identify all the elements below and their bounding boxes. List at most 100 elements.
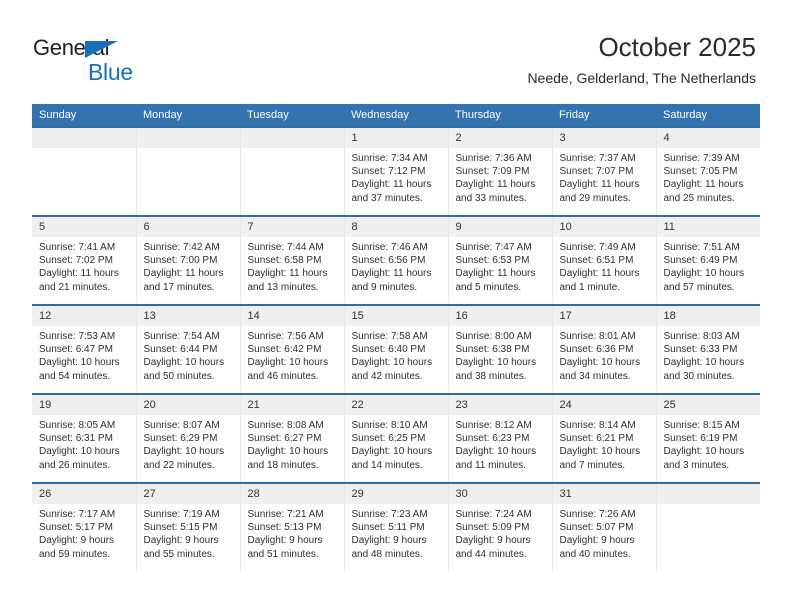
daylight-duration-line2: and 30 minutes.	[663, 370, 735, 382]
calendar-day-cell[interactable]: 14 Sunrise: 7:56 AM Sunset: 6:42 PM Dayligh…	[240, 304, 345, 394]
calendar-day-cell[interactable]: 23 Sunrise: 8:12 AM Sunset: 6:23 PM Dayligh…	[448, 393, 553, 483]
day-number: 8	[344, 217, 448, 237]
sunrise-time: Sunrise: 8:08 AM	[247, 420, 324, 431]
day-number: 31	[552, 484, 656, 504]
brand-logo[interactable]: General Blue	[33, 36, 213, 88]
sunrise-time: Sunrise: 7:39 AM	[663, 153, 740, 164]
daylight-duration-line2: and 37 minutes.	[351, 192, 423, 204]
day-number: 23	[448, 395, 552, 415]
calendar-day-cell[interactable]: 12 Sunrise: 7:53 AM Sunset: 6:47 PM Dayligh…	[32, 304, 137, 394]
weekday-header-row: Sunday Monday Tuesday Wednesday Thursday Frid…	[32, 104, 760, 127]
sunset-time: Sunset: 6:33 PM	[663, 344, 738, 356]
day-number: 20	[136, 395, 240, 415]
day-sun-info: Sunrise: 7:26 AM Sunset: 5:07 PM Daylight:…	[553, 504, 656, 561]
calendar-day-cell[interactable]: 18 Sunrise: 8:03 AM Sunset: 6:33 PM Dayligh…	[656, 304, 760, 394]
calendar-day-cell[interactable]: 11 Sunrise: 7:51 AM Sunset: 6:49 PM Dayligh…	[656, 215, 760, 305]
day-sun-info: Sunrise: 7:46 AM Sunset: 6:56 PM Daylight:…	[345, 237, 448, 294]
sunset-time: Sunset: 5:13 PM	[247, 522, 322, 534]
daylight-duration-line2: and 57 minutes.	[663, 281, 735, 293]
sunrise-time: Sunrise: 8:05 AM	[39, 420, 116, 431]
sunset-time: Sunset: 6:21 PM	[559, 433, 634, 445]
calendar-day-cell[interactable]: 10 Sunrise: 7:49 AM Sunset: 6:51 PM Dayligh…	[552, 215, 657, 305]
calendar-day-cell[interactable]: 29 Sunrise: 7:23 AM Sunset: 5:11 PM Dayligh…	[344, 482, 449, 571]
sunset-time: Sunset: 7:05 PM	[663, 166, 738, 178]
sunrise-time: Sunrise: 7:42 AM	[143, 242, 220, 253]
sunrise-time: Sunrise: 7:41 AM	[39, 242, 116, 253]
sunset-time: Sunset: 6:25 PM	[351, 433, 426, 445]
daylight-duration-line1: Daylight: 10 hours	[559, 357, 641, 369]
calendar-day-cell[interactable]: 24 Sunrise: 8:14 AM Sunset: 6:21 PM Dayligh…	[552, 393, 657, 483]
day-sun-info: Sunrise: 8:01 AM Sunset: 6:36 PM Daylight:…	[553, 326, 656, 383]
daylight-duration-line1: Daylight: 10 hours	[559, 446, 641, 458]
daylight-duration-line2: and 48 minutes.	[351, 548, 423, 560]
day-number: 13	[136, 306, 240, 326]
calendar-day-cell[interactable]: 16 Sunrise: 8:00 AM Sunset: 6:38 PM Dayligh…	[448, 304, 553, 394]
daylight-duration-line2: and 38 minutes.	[455, 370, 527, 382]
page-title: October 2025	[598, 32, 756, 62]
calendar-day-cell[interactable]: 2 Sunrise: 7:36 AM Sunset: 7:09 PM Daylight…	[448, 126, 553, 216]
day-number: 1	[344, 128, 448, 148]
calendar-header-row: Sunday Monday Tuesday Wednesday Thursday Frid…	[32, 104, 760, 127]
calendar-day-cell[interactable]: 15 Sunrise: 7:58 AM Sunset: 6:40 PM Dayligh…	[344, 304, 449, 394]
calendar-day-cell[interactable]: 3 Sunrise: 7:37 AM Sunset: 7:07 PM Daylight…	[552, 126, 657, 216]
calendar-day-cell[interactable]: 17 Sunrise: 8:01 AM Sunset: 6:36 PM Dayligh…	[552, 304, 657, 394]
calendar-body: 1 Sunrise: 7:34 AM Sunset: 7:12 PM Daylight…	[32, 126, 760, 571]
daylight-duration-line1: Daylight: 9 hours	[559, 535, 635, 547]
calendar-day-cell[interactable]: 28 Sunrise: 7:21 AM Sunset: 5:13 PM Dayligh…	[240, 482, 345, 571]
calendar-day-cell[interactable]: 4 Sunrise: 7:39 AM Sunset: 7:05 PM Daylight…	[656, 126, 760, 216]
calendar-day-cell[interactable]: 7 Sunrise: 7:44 AM Sunset: 6:58 PM Daylight…	[240, 215, 345, 305]
calendar-day-cell[interactable]: 31 Sunrise: 7:26 AM Sunset: 5:07 PM Dayligh…	[552, 482, 657, 571]
sunrise-time: Sunrise: 7:54 AM	[143, 331, 220, 342]
calendar-day-cell[interactable]: 22 Sunrise: 8:10 AM Sunset: 6:25 PM Dayligh…	[344, 393, 449, 483]
daylight-duration-line2: and 18 minutes.	[247, 459, 319, 471]
daylight-duration-line1: Daylight: 11 hours	[559, 268, 640, 280]
daylight-duration-line1: Daylight: 9 hours	[455, 535, 531, 547]
day-number: 4	[656, 128, 760, 148]
sunrise-time: Sunrise: 7:56 AM	[247, 331, 324, 342]
daylight-duration-line1: Daylight: 10 hours	[455, 357, 537, 369]
day-number: 27	[136, 484, 240, 504]
weekday-header-sunday: Sunday	[32, 104, 136, 127]
day-number: 22	[344, 395, 448, 415]
sunset-time: Sunset: 5:07 PM	[559, 522, 634, 534]
calendar-day-cell[interactable]: 8 Sunrise: 7:46 AM Sunset: 6:56 PM Daylight…	[344, 215, 449, 305]
sunset-time: Sunset: 7:07 PM	[559, 166, 634, 178]
sunrise-time: Sunrise: 8:00 AM	[455, 331, 532, 342]
sunset-time: Sunset: 5:15 PM	[143, 522, 218, 534]
day-sun-info: Sunrise: 7:58 AM Sunset: 6:40 PM Daylight:…	[345, 326, 448, 383]
calendar-day-cell[interactable]: 6 Sunrise: 7:42 AM Sunset: 7:00 PM Daylight…	[136, 215, 241, 305]
daylight-duration-line2: and 54 minutes.	[39, 370, 111, 382]
calendar-day-cell[interactable]: 5 Sunrise: 7:41 AM Sunset: 7:02 PM Daylight…	[32, 215, 137, 305]
day-number: 28	[240, 484, 344, 504]
calendar-day-cell[interactable]: 20 Sunrise: 8:07 AM Sunset: 6:29 PM Dayligh…	[136, 393, 241, 483]
calendar-day-cell[interactable]: 21 Sunrise: 8:08 AM Sunset: 6:27 PM Dayligh…	[240, 393, 345, 483]
sunset-time: Sunset: 7:12 PM	[351, 166, 426, 178]
sunset-time: Sunset: 6:40 PM	[351, 344, 426, 356]
calendar-table: Sunday Monday Tuesday Wednesday Thursday Frid…	[32, 104, 760, 571]
calendar-day-cell[interactable]: 27 Sunrise: 7:19 AM Sunset: 5:15 PM Dayligh…	[136, 482, 241, 571]
sunrise-time: Sunrise: 7:58 AM	[351, 331, 428, 342]
day-sun-info: Sunrise: 8:10 AM Sunset: 6:25 PM Daylight:…	[345, 415, 448, 472]
calendar-day-cell[interactable]: 26 Sunrise: 7:17 AM Sunset: 5:17 PM Dayligh…	[32, 482, 137, 571]
daylight-duration-line2: and 14 minutes.	[351, 459, 423, 471]
day-number: 17	[552, 306, 656, 326]
calendar-day-cell[interactable]: 1 Sunrise: 7:34 AM Sunset: 7:12 PM Daylight…	[344, 126, 449, 216]
sunset-time: Sunset: 6:31 PM	[39, 433, 113, 445]
sunset-time: Sunset: 6:51 PM	[559, 255, 634, 267]
calendar-day-cell[interactable]: 19 Sunrise: 8:05 AM Sunset: 6:31 PM Dayligh…	[32, 393, 137, 483]
calendar-day-cell[interactable]: 13 Sunrise: 7:54 AM Sunset: 6:44 PM Dayligh…	[136, 304, 241, 394]
sunset-time: Sunset: 6:23 PM	[455, 433, 530, 445]
calendar-day-cell[interactable]: 9 Sunrise: 7:47 AM Sunset: 6:53 PM Daylight…	[448, 215, 553, 305]
weekday-header-thursday: Thursday	[448, 104, 552, 127]
calendar-day-cell[interactable]: 30 Sunrise: 7:24 AM Sunset: 5:09 PM Dayligh…	[448, 482, 553, 571]
calendar-day-cell[interactable]: 25 Sunrise: 8:15 AM Sunset: 6:19 PM Dayligh…	[656, 393, 760, 483]
daylight-duration-line2: and 21 minutes.	[39, 281, 111, 293]
calendar-week-row: 26 Sunrise: 7:17 AM Sunset: 5:17 PM Dayligh…	[32, 482, 760, 571]
daylight-duration-line2: and 44 minutes.	[455, 548, 527, 560]
daylight-duration-line2: and 9 minutes.	[351, 281, 418, 293]
day-number: 15	[344, 306, 448, 326]
sunrise-time: Sunrise: 7:21 AM	[247, 509, 324, 520]
sunrise-time: Sunrise: 7:26 AM	[559, 509, 636, 520]
day-number: 12	[32, 306, 136, 326]
daylight-duration-line2: and 33 minutes.	[455, 192, 527, 204]
